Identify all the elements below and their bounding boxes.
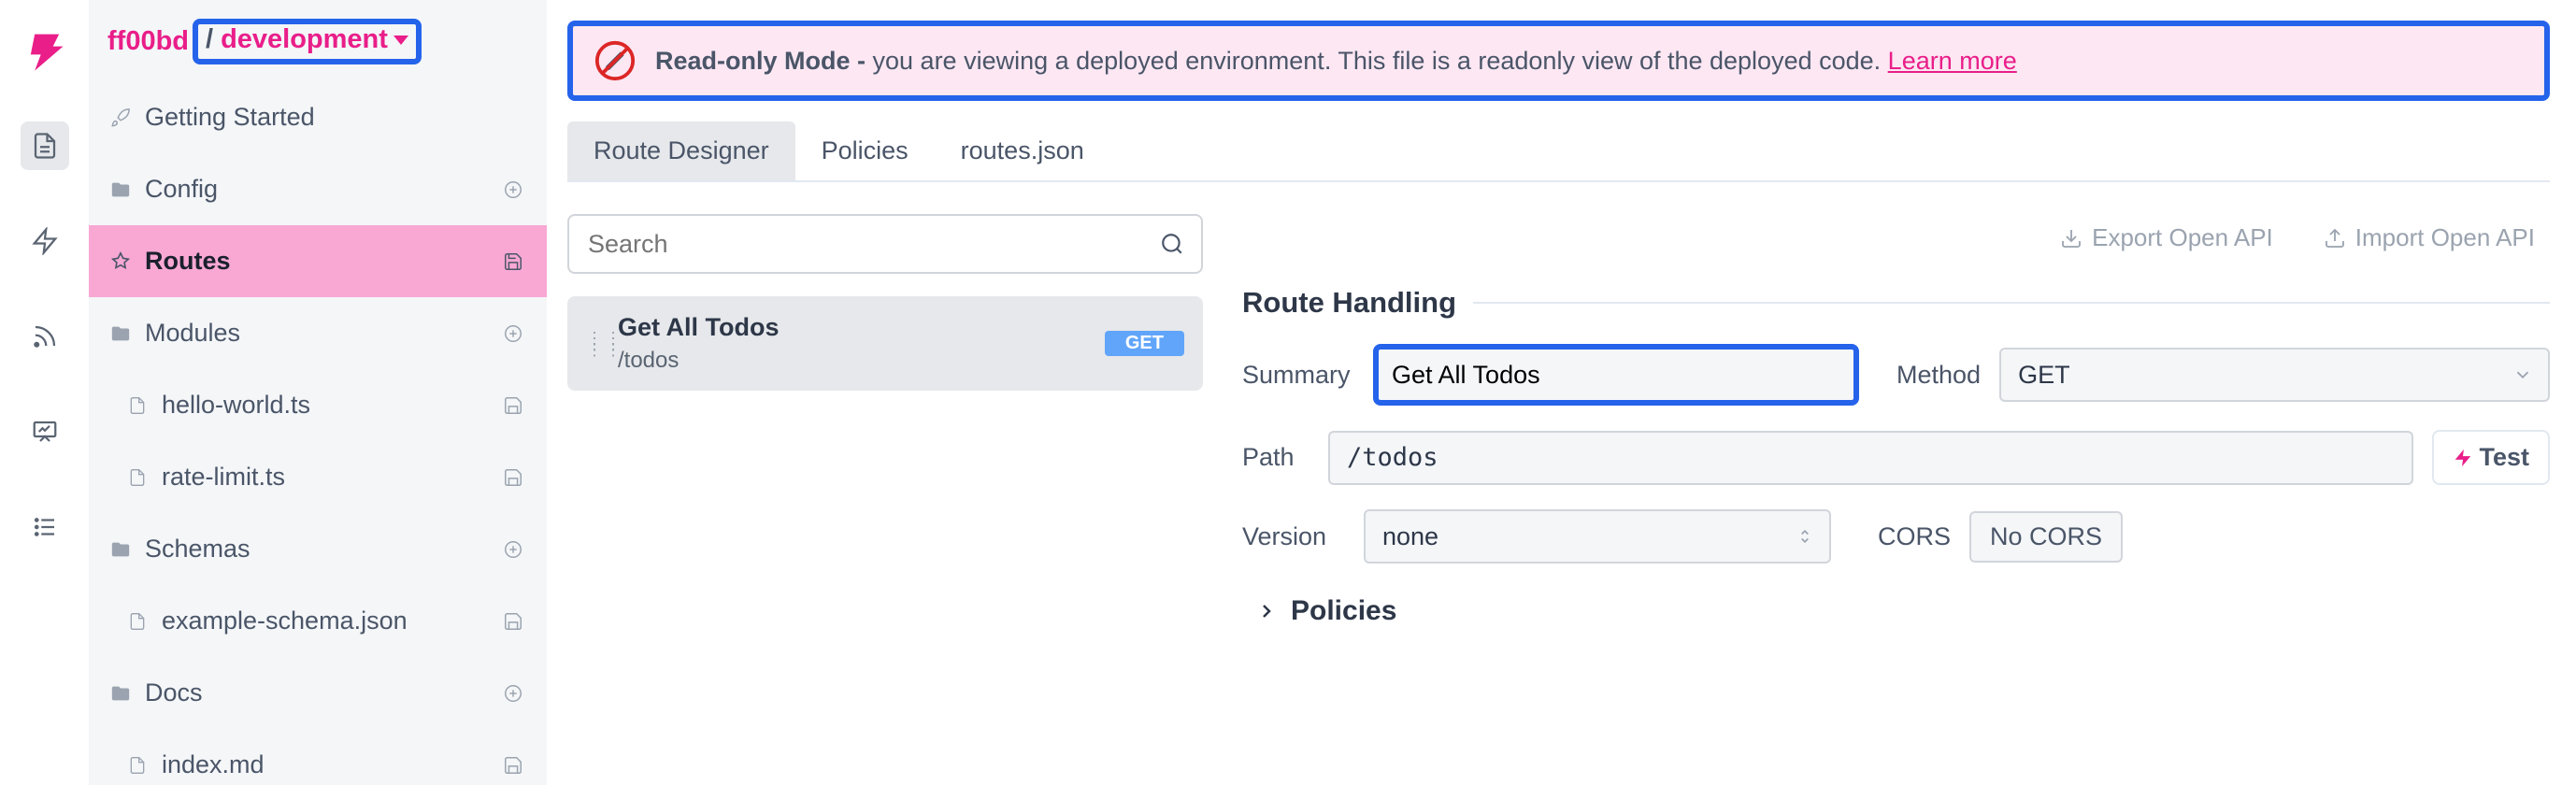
file-icon xyxy=(126,466,149,489)
method-label: Method xyxy=(1896,361,1981,390)
sidebar: ff00bd / development Getting Started Con… xyxy=(89,0,547,785)
download-icon xyxy=(2060,227,2082,250)
iconbar-list[interactable] xyxy=(21,503,69,551)
routes-panel: ⋮⋮⋮⋮⋮⋮ Get All Todos /todos GET xyxy=(567,214,1203,785)
drag-handle-icon[interactable]: ⋮⋮⋮⋮⋮⋮ xyxy=(586,335,605,352)
save-icon[interactable] xyxy=(500,464,526,491)
file-icon xyxy=(31,132,59,160)
test-button[interactable]: Test xyxy=(2432,430,2550,485)
iconbar-files[interactable] xyxy=(21,121,69,170)
policies-accordion[interactable]: Policies xyxy=(1242,588,2550,635)
file-tree: Getting Started Config Routes Modules he… xyxy=(89,81,547,785)
breadcrumb-env: development xyxy=(221,24,408,55)
search-icon xyxy=(1160,232,1184,256)
export-openapi-button[interactable]: Export Open API xyxy=(2045,214,2288,262)
import-openapi-button[interactable]: Import Open API xyxy=(2309,214,2550,262)
version-label: Version xyxy=(1242,522,1345,551)
folder-icon xyxy=(109,178,132,201)
route-card[interactable]: ⋮⋮⋮⋮⋮⋮ Get All Todos /todos GET xyxy=(567,296,1203,391)
folder-icon xyxy=(109,538,132,561)
iconbar-bolt[interactable] xyxy=(21,217,69,265)
chevron-right-icon xyxy=(1255,600,1278,622)
tab-policies[interactable]: Policies xyxy=(795,121,935,180)
search-box xyxy=(567,214,1203,274)
search-input[interactable] xyxy=(567,214,1203,274)
tree-config[interactable]: Config xyxy=(89,153,547,225)
tab-routes-json[interactable]: routes.json xyxy=(935,121,1110,180)
tree-docs[interactable]: Docs xyxy=(89,657,547,729)
save-icon[interactable] xyxy=(500,608,526,635)
tree-index-md[interactable]: index.md xyxy=(89,729,547,785)
add-icon[interactable] xyxy=(500,321,526,347)
iconbar xyxy=(0,0,89,785)
caret-down-icon xyxy=(394,36,408,45)
breadcrumb-project[interactable]: ff00bd xyxy=(107,26,189,57)
add-icon[interactable] xyxy=(500,536,526,563)
breadcrumb-sep: / xyxy=(206,24,213,55)
tree-routes[interactable]: Routes xyxy=(89,225,547,297)
main: Read-only Mode - you are viewing a deplo… xyxy=(547,0,2576,785)
section-route-handling: Route Handling xyxy=(1242,286,2550,320)
cors-label: CORS xyxy=(1878,522,1951,551)
file-icon xyxy=(126,754,149,777)
learn-more-link[interactable]: Learn more xyxy=(1888,47,2017,75)
folder-icon xyxy=(109,682,132,705)
tree-schemas[interactable]: Schemas xyxy=(89,513,547,585)
tree-example-schema[interactable]: example-schema.json xyxy=(89,585,547,657)
no-edit-icon xyxy=(594,39,637,82)
iconbar-presentation[interactable] xyxy=(21,407,69,456)
file-icon xyxy=(126,610,149,633)
path-input[interactable] xyxy=(1328,431,2413,485)
iconbar-rss[interactable] xyxy=(21,312,69,361)
file-icon xyxy=(126,394,149,417)
version-select[interactable]: none xyxy=(1364,509,1831,564)
summary-input[interactable] xyxy=(1373,344,1859,406)
rss-icon xyxy=(31,322,59,350)
route-title: Get All Todos xyxy=(618,313,1092,342)
add-icon[interactable] xyxy=(500,680,526,706)
folder-icon xyxy=(109,322,132,345)
divider xyxy=(1473,302,2550,304)
route-info: Get All Todos /todos xyxy=(618,313,1092,374)
row-version-cors: Version none CORS No CORS xyxy=(1242,509,2550,564)
content: ⋮⋮⋮⋮⋮⋮ Get All Todos /todos GET Export O… xyxy=(567,182,2550,785)
route-path: /todos xyxy=(618,348,1092,374)
tree-getting-started[interactable]: Getting Started xyxy=(89,81,547,153)
tree-modules[interactable]: Modules xyxy=(89,297,547,369)
save-icon[interactable] xyxy=(500,249,526,275)
tab-route-designer[interactable]: Route Designer xyxy=(567,121,795,180)
readonly-banner: Read-only Mode - you are viewing a deplo… xyxy=(567,21,2550,101)
list-icon xyxy=(31,513,59,541)
rocket-icon xyxy=(109,107,132,129)
bolt-icon xyxy=(2453,448,2473,468)
detail-panel: Export Open API Import Open API Route Ha… xyxy=(1242,214,2550,785)
row-summary-method: Summary Method GET xyxy=(1242,344,2550,406)
breadcrumb: ff00bd / development xyxy=(89,11,547,81)
row-path: Path Test xyxy=(1242,430,2550,485)
cors-value[interactable]: No CORS xyxy=(1969,511,2123,563)
bolt-icon xyxy=(31,227,59,255)
tree-rate-limit[interactable]: rate-limit.ts xyxy=(89,441,547,513)
banner-text: Read-only Mode - you are viewing a deplo… xyxy=(655,47,2017,76)
save-icon[interactable] xyxy=(500,392,526,419)
path-label: Path xyxy=(1242,443,1309,472)
logo xyxy=(21,26,69,75)
method-select[interactable]: GET xyxy=(1999,348,2550,402)
method-badge: GET xyxy=(1105,331,1184,356)
add-icon[interactable] xyxy=(500,177,526,203)
summary-label: Summary xyxy=(1242,361,1354,390)
routes-icon xyxy=(109,250,132,273)
save-icon[interactable] xyxy=(500,752,526,778)
breadcrumb-env-selector[interactable]: / development xyxy=(193,19,422,64)
tree-hello-world[interactable]: hello-world.ts xyxy=(89,369,547,441)
tabs: Route Designer Policies routes.json xyxy=(567,121,2550,182)
upload-icon xyxy=(2324,227,2346,250)
toolbar: Export Open API Import Open API xyxy=(1242,214,2550,262)
presentation-icon xyxy=(31,418,59,446)
